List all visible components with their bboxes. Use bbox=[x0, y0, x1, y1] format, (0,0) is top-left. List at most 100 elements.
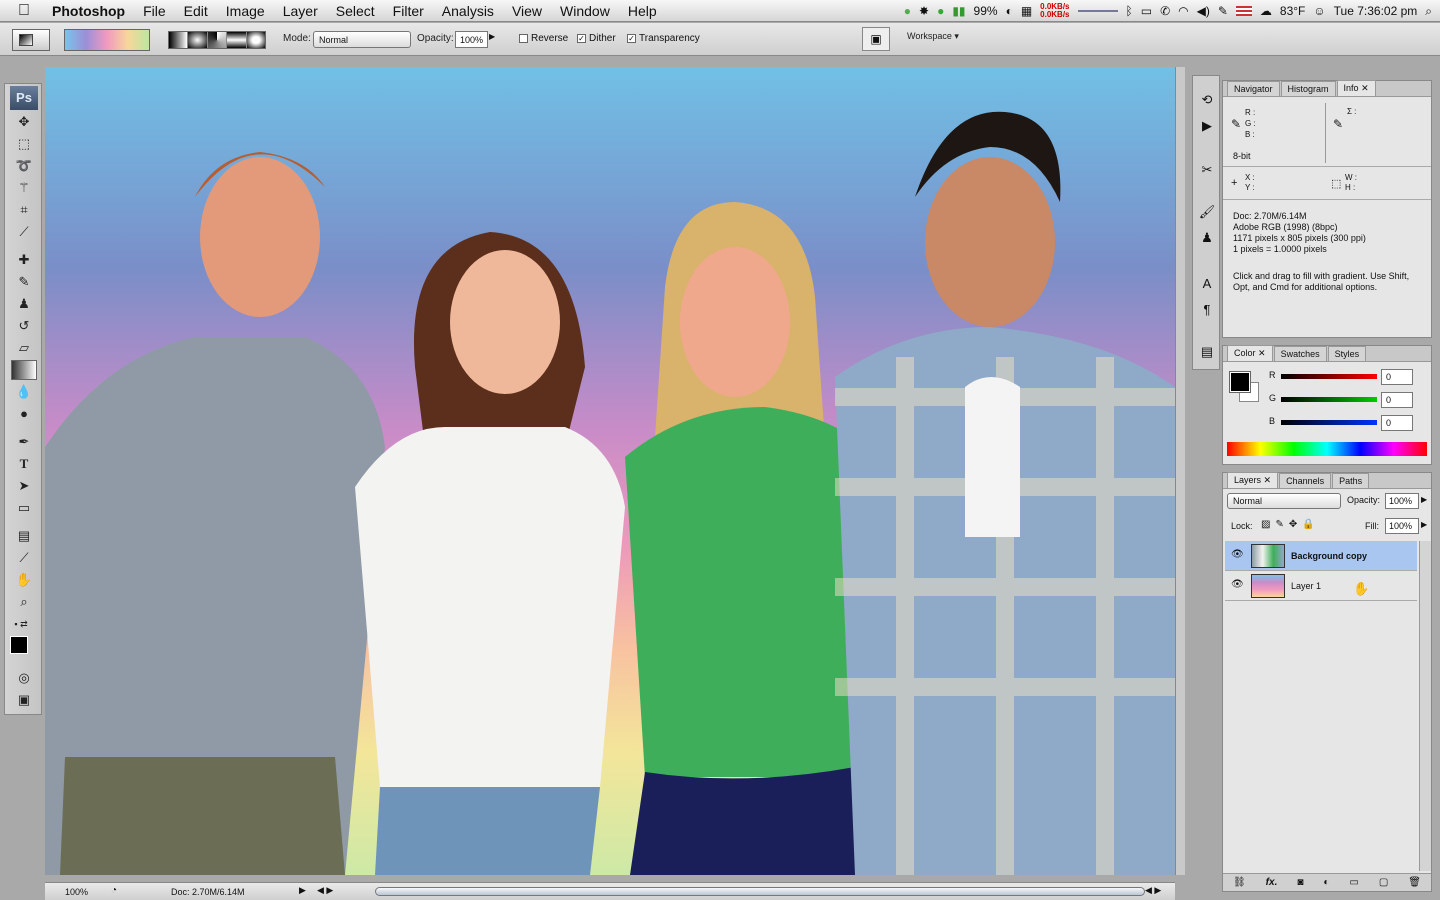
tab-color[interactable]: Color ✕ bbox=[1227, 345, 1273, 361]
opacity-arrow-icon[interactable]: ▶ bbox=[489, 32, 495, 41]
move-tool-icon[interactable]: ✥ bbox=[11, 112, 37, 132]
brushes-panel-icon[interactable]: 🖌 bbox=[1197, 202, 1217, 222]
marquee-tool-icon[interactable]: ⬚ bbox=[11, 134, 37, 154]
evernote-icon[interactable]: ✸ bbox=[919, 4, 929, 18]
tool-presets-icon[interactable]: ✂ bbox=[1197, 160, 1217, 180]
link-layers-icon[interactable]: ⛓ bbox=[1233, 877, 1246, 888]
lock-icons[interactable]: ▨✎✥🔒 bbox=[1261, 519, 1320, 530]
tab-paths[interactable]: Paths bbox=[1332, 473, 1370, 488]
wifi-icon[interactable]: ◠ bbox=[1178, 4, 1188, 18]
menu-view[interactable]: View bbox=[512, 3, 542, 19]
linear-gradient-button[interactable] bbox=[169, 32, 189, 48]
status-menu-arrow-icon[interactable]: ▶ bbox=[299, 885, 306, 896]
battery-icon[interactable]: ▮▮ bbox=[952, 4, 965, 18]
lasso-tool-icon[interactable]: ➰ bbox=[11, 156, 37, 176]
clone-source-icon[interactable]: ♟ bbox=[1197, 228, 1217, 248]
layer-comps-icon[interactable]: ▤ bbox=[1197, 342, 1217, 362]
user-icon[interactable]: ☺ bbox=[1313, 4, 1325, 18]
fx-button[interactable]: fx. bbox=[1266, 877, 1278, 888]
display-icon[interactable]: ▭ bbox=[1141, 4, 1152, 18]
delete-layer-icon[interactable]: 🗑 bbox=[1408, 877, 1421, 888]
timemachine-icon[interactable]: ◐ bbox=[1006, 4, 1013, 18]
reverse-checkbox[interactable]: Reverse bbox=[519, 33, 568, 44]
type-tool-icon[interactable]: T bbox=[11, 454, 37, 474]
phone-icon[interactable]: ✆ bbox=[1160, 4, 1170, 18]
menu-file[interactable]: File bbox=[143, 3, 166, 19]
shape-tool-icon[interactable]: ▭ bbox=[11, 498, 37, 518]
scroll-right-icon[interactable]: ◀ ▶ bbox=[1145, 885, 1161, 896]
r-value-field[interactable]: 0 bbox=[1381, 369, 1413, 385]
menu-edit[interactable]: Edit bbox=[184, 3, 208, 19]
menu-help[interactable]: Help bbox=[628, 3, 657, 19]
opacity-field[interactable]: 100% bbox=[455, 31, 488, 48]
bridge-icon[interactable]: ▣ bbox=[862, 27, 890, 51]
diamond-gradient-button[interactable] bbox=[246, 32, 266, 48]
history-panel-icon[interactable]: ⟲ bbox=[1197, 90, 1217, 110]
flag-icon[interactable] bbox=[1235, 6, 1252, 16]
eyedropper-sample-icon[interactable]: ⟋ bbox=[11, 548, 37, 568]
history-brush-icon[interactable]: ↺ bbox=[11, 316, 37, 336]
status-info-icon[interactable]: ◔ bbox=[111, 885, 117, 896]
menu-select[interactable]: Select bbox=[336, 3, 375, 19]
tab-navigator[interactable]: Navigator bbox=[1227, 81, 1280, 96]
clock[interactable]: Tue 7:36:02 pm bbox=[1334, 4, 1418, 18]
menu-layer[interactable]: Layer bbox=[283, 3, 318, 19]
layers-scrollbar[interactable] bbox=[1419, 541, 1431, 871]
tab-info[interactable]: Info ✕ bbox=[1336, 80, 1376, 96]
zoom-tool-icon[interactable]: ⌕ bbox=[11, 592, 37, 612]
dither-checkbox[interactable]: ✓ Dither bbox=[577, 33, 616, 44]
angle-gradient-button[interactable] bbox=[207, 32, 228, 48]
brush-tool-icon[interactable]: ✎ bbox=[11, 272, 37, 292]
spotlight-icon[interactable]: ⌕ bbox=[1425, 4, 1432, 19]
tab-styles[interactable]: Styles bbox=[1327, 346, 1367, 361]
menu-window[interactable]: Window bbox=[560, 3, 610, 19]
add-mask-icon[interactable]: ◙ bbox=[1297, 877, 1303, 888]
fill-arrow-icon[interactable]: ▶ bbox=[1421, 520, 1427, 529]
magic-wand-icon[interactable]: ⚚ bbox=[11, 178, 37, 198]
actions-panel-icon[interactable]: ▶ bbox=[1197, 116, 1217, 136]
vertical-scrollbar[interactable] bbox=[1175, 67, 1185, 875]
weather-icon[interactable]: ☁ bbox=[1260, 4, 1272, 18]
document-canvas[interactable] bbox=[45, 67, 1175, 875]
eraser-tool-icon[interactable]: ▱ bbox=[11, 338, 37, 358]
layer-opacity-field[interactable]: 100% bbox=[1385, 493, 1419, 509]
path-selection-icon[interactable]: ➤ bbox=[11, 476, 37, 496]
clone-stamp-icon[interactable]: ♟ bbox=[11, 294, 37, 314]
gradient-tool-active-icon[interactable] bbox=[11, 360, 37, 380]
spaces-icon[interactable]: ▦ bbox=[1021, 4, 1032, 18]
menu-analysis[interactable]: Analysis bbox=[442, 3, 494, 19]
tab-histogram[interactable]: Histogram bbox=[1280, 81, 1336, 96]
blur-tool-icon[interactable]: 💧 bbox=[11, 382, 37, 402]
scroll-left-icon[interactable]: ◀ ▶ bbox=[317, 885, 333, 896]
layer-opacity-arrow-icon[interactable]: ▶ bbox=[1421, 495, 1427, 504]
foreground-color-swatch[interactable] bbox=[10, 636, 28, 654]
b-slider[interactable] bbox=[1281, 420, 1377, 425]
quick-mask-icon[interactable]: ◎ bbox=[11, 668, 37, 688]
adjustment-layer-icon[interactable]: ◐ bbox=[1323, 877, 1329, 888]
g-slider[interactable] bbox=[1281, 397, 1377, 402]
workspace-menu[interactable]: Workspace ▾ bbox=[907, 31, 959, 42]
eyedropper-tool-icon[interactable]: ⟋ bbox=[11, 222, 37, 242]
layer-name[interactable]: Layer 1 bbox=[1291, 581, 1321, 591]
layer-row-background-copy[interactable]: 👁 Background copy bbox=[1225, 541, 1417, 571]
apple-menu-icon[interactable]:  bbox=[18, 2, 38, 20]
zoom-level[interactable]: 100% bbox=[65, 887, 88, 897]
horizontal-scrollbar[interactable] bbox=[375, 887, 1145, 896]
layer-row-layer-1[interactable]: 👁 Layer 1 ✋ bbox=[1225, 571, 1417, 601]
default-colors-icon[interactable]: ▪ ⇄ bbox=[8, 614, 34, 634]
visibility-eye-icon[interactable]: 👁 bbox=[1231, 549, 1244, 560]
character-panel-icon[interactable]: A bbox=[1197, 274, 1217, 294]
transparency-checkbox[interactable]: ✓ Transparency bbox=[627, 33, 700, 44]
tab-layers[interactable]: Layers ✕ bbox=[1227, 472, 1279, 488]
volume-icon[interactable]: ◀) bbox=[1197, 4, 1210, 18]
r-slider[interactable] bbox=[1281, 374, 1377, 379]
color-spectrum-ramp[interactable] bbox=[1227, 442, 1427, 456]
tab-swatches[interactable]: Swatches bbox=[1273, 346, 1327, 361]
tab-channels[interactable]: Channels bbox=[1279, 473, 1332, 488]
visibility-eye-icon[interactable]: 👁 bbox=[1231, 579, 1244, 590]
crop-tool-icon[interactable]: ⌗ bbox=[11, 200, 37, 220]
color-fg-swatch[interactable] bbox=[1229, 371, 1251, 393]
new-group-icon[interactable]: ▭ bbox=[1349, 877, 1358, 888]
layer-name[interactable]: Background copy bbox=[1291, 551, 1367, 561]
new-layer-icon[interactable]: ▢ bbox=[1379, 877, 1388, 888]
